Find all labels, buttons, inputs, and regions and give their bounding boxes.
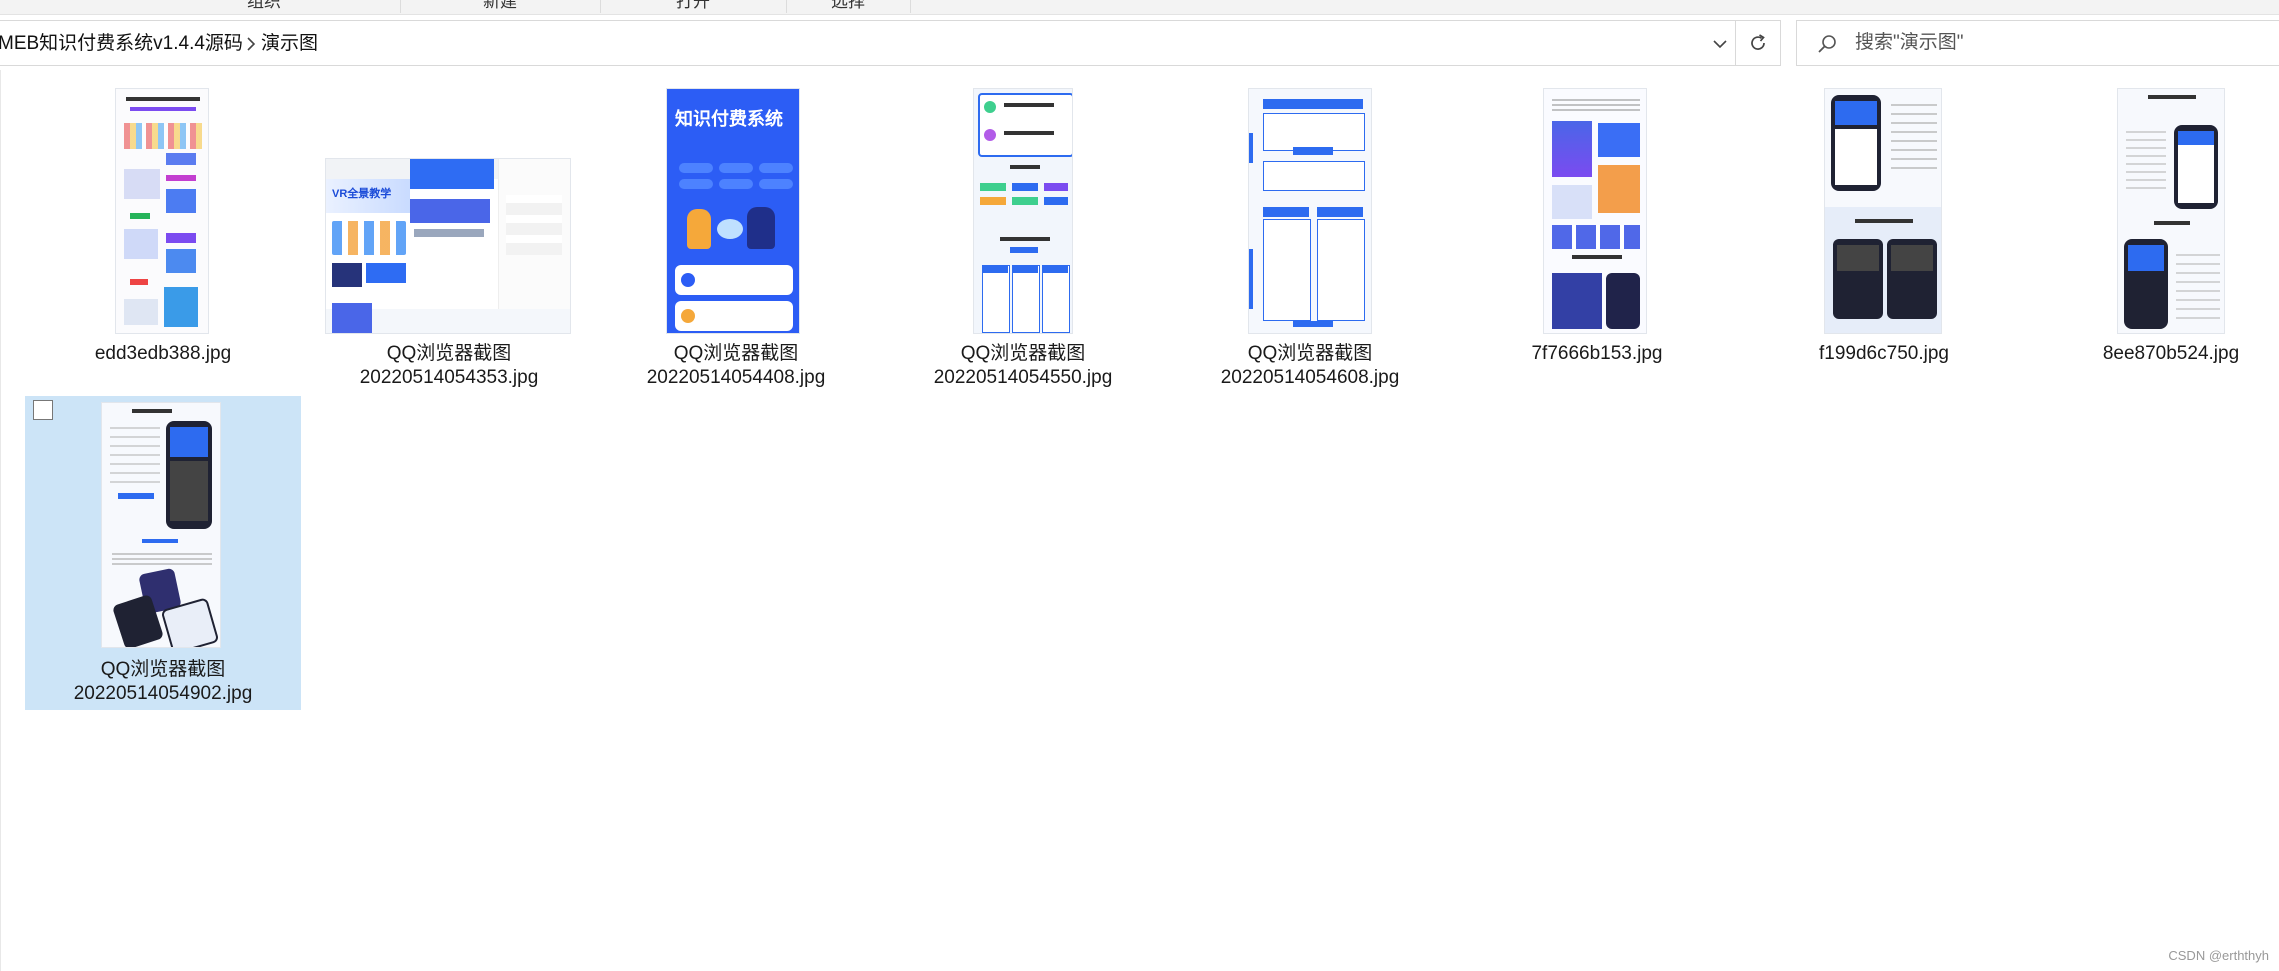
image-thumbnail [1248, 88, 1372, 334]
file-grid: edd3edb388.jpg VR全景教学 QQ浏览器截图 2022051405… [0, 80, 2279, 971]
image-thumbnail [101, 402, 221, 648]
ribbon-group-label: 新建 [483, 0, 517, 11]
file-item-20220514054353[interactable]: VR全景教学 QQ浏览器截图 20220514054353.jpg [311, 80, 587, 390]
ribbon-group-organize[interactable]: 组织 [128, 0, 401, 13]
file-name-line2: 20220514054902.jpg [73, 683, 253, 704]
file-name: edd3edb388.jpg [94, 343, 232, 364]
breadcrumb-parent[interactable]: MEB知识付费系统v1.4.4源码 [0, 21, 243, 67]
image-thumbnail [973, 88, 1073, 334]
chevron-down-icon [1713, 40, 1727, 49]
file-name: 8ee870b524.jpg [2102, 343, 2240, 364]
ribbon: 组织 新建 打开 选择 [0, 0, 2279, 15]
search-icon [1818, 35, 1836, 53]
search-input[interactable]: 搜索"演示图" [1855, 21, 1964, 65]
select-checkbox[interactable] [33, 400, 53, 420]
refresh-button[interactable] [1735, 20, 1781, 66]
file-name: f199d6c750.jpg [1819, 343, 1949, 364]
file-item-20220514054408[interactable]: 知识付费系统 QQ浏览器截图 20220514054408.jpg [598, 80, 874, 390]
file-name: 7f7666b153.jpg [1531, 343, 1663, 364]
file-item-7f7666b153[interactable]: 7f7666b153.jpg [1459, 80, 1735, 390]
ribbon-group-label: 打开 [676, 0, 710, 11]
address-row: MEB知识付费系统v1.4.4源码 演示图 搜索"演示图" [0, 20, 2279, 68]
vr-banner-text: VR全景教学 [332, 188, 392, 200]
file-name-line1: QQ浏览器截图 [100, 659, 226, 680]
file-item-20220514054902[interactable]: QQ浏览器截图 20220514054902.jpg [25, 396, 301, 710]
ribbon-group-label: 选择 [831, 0, 865, 11]
file-name-line2: 20220514054353.jpg [359, 367, 539, 388]
file-name-line2: 20220514054408.jpg [646, 367, 826, 388]
file-item-8ee870b524[interactable]: 8ee870b524.jpg [2033, 80, 2279, 390]
file-name-line1: QQ浏览器截图 [1247, 343, 1373, 364]
breadcrumb-current[interactable]: 演示图 [261, 21, 318, 67]
image-thumbnail [1824, 88, 1942, 334]
image-thumbnail: 知识付费系统 [666, 88, 800, 334]
file-item-f199d6c750[interactable]: f199d6c750.jpg [1746, 80, 2022, 390]
search-box[interactable]: 搜索"演示图" [1796, 20, 2279, 66]
watermark: CSDN @erththyh [2168, 948, 2269, 963]
file-name-line1: QQ浏览器截图 [673, 343, 799, 364]
address-bar[interactable]: MEB知识付费系统v1.4.4源码 演示图 [0, 20, 1742, 66]
ribbon-group-select[interactable]: 选择 [786, 0, 911, 13]
file-item-20220514054550[interactable]: QQ浏览器截图 20220514054550.jpg [885, 80, 1161, 390]
ribbon-group-label: 组织 [247, 0, 281, 11]
chevron-right-icon[interactable] [241, 34, 261, 54]
image-thumbnail [1543, 88, 1647, 334]
image-thumbnail: VR全景教学 [325, 158, 571, 334]
image-thumbnail [2117, 88, 2225, 334]
file-name-line2: 20220514054608.jpg [1220, 367, 1400, 388]
refresh-icon [1751, 34, 1765, 50]
ribbon-group-new[interactable]: 新建 [400, 0, 601, 13]
file-name-line1: QQ浏览器截图 [960, 343, 1086, 364]
file-item-20220514054608[interactable]: QQ浏览器截图 20220514054608.jpg [1172, 80, 1448, 390]
thumb-banner-title: 知识付费系统 [675, 109, 783, 129]
file-name-line1: QQ浏览器截图 [386, 343, 512, 364]
image-thumbnail [115, 88, 209, 334]
file-item-edd3edb388[interactable]: edd3edb388.jpg [25, 80, 301, 390]
ribbon-group-open[interactable]: 打开 [600, 0, 787, 13]
file-name-line2: 20220514054550.jpg [933, 367, 1113, 388]
